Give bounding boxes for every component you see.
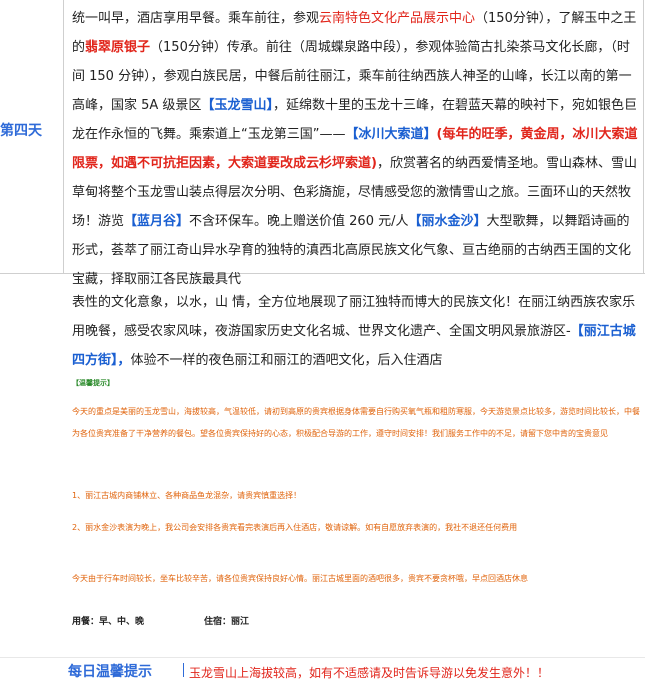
itinerary-text: 体验不一样的夜色丽江和丽江的酒吧文化，后入住酒店 [130,353,443,368]
daily-tips-text: 玉龙雪山上海拔较高，如有不适感请及时告诉导游以免发生意外！！ [189,666,550,680]
highlight-lishui-jinsha: 【丽水金沙】 [408,214,487,229]
itinerary-paragraph: 统一叫早，酒店享用早餐。乘车前往，参观云南特色文化产品展示中心（150分钟），了… [72,4,642,294]
highlight-culture-center: 云南特色文化产品展示中心 [319,11,476,26]
itinerary-text: 统一叫早，酒店享用早餐。乘车前往，参观 [72,11,320,26]
highlight-jade: 翡翠原银子 [85,40,151,55]
accommodation-info: 住宿：丽江 [204,617,250,627]
highlight-glacier-cableway: 【冰川大索道】 [345,127,437,142]
table-right-border [643,0,644,273]
day-label: 第四天 [0,123,42,139]
tip-tag: 【温馨提示】 [72,379,114,387]
note-item: 今天由于行车时间较长，坐车比较辛苦，请各位贵宾保持良好心情。丽江古城里面的酒吧很… [72,574,528,583]
highlight-blue-moon-valley: 【蓝月谷】 [124,214,190,229]
note-item: 今天的重点是美丽的玉龙雪山，海拔较高，气温较低，请初到高原的贵宾根据身体需要自行… [72,407,640,438]
note-item: 1、丽江古城内商铺林立、各种商品鱼龙混杂，请贵宾慎重选择！ [72,491,302,500]
section-divider [0,657,645,658]
table-left-border [63,0,64,273]
note-item: 2、丽水金沙表演为晚上，我公司会安排各贵宾看完表演后再入住酒店，敬请谅解。如有自… [72,523,518,532]
meals-info: 用餐：早、中、晚 [72,617,145,627]
itinerary-continuation: 表性的文化意象，以水，山 情，全方位地展现了丽江独特而博大的民族文化！在丽江纳西… [72,288,642,375]
itinerary-text: 不含环保车。晚上赠送价值 260 元/人 [189,214,409,229]
itinerary-text: 表性的文化意象，以水，山 情，全方位地展现了丽江独特而博大的民族文化！在丽江纳西… [72,295,636,339]
highlight-jade-dragon-snow-mountain: 【玉龙雪山】 [201,98,273,113]
daily-tips-title: 每日温馨提示 [68,664,152,680]
daily-tips-divider [183,663,184,677]
